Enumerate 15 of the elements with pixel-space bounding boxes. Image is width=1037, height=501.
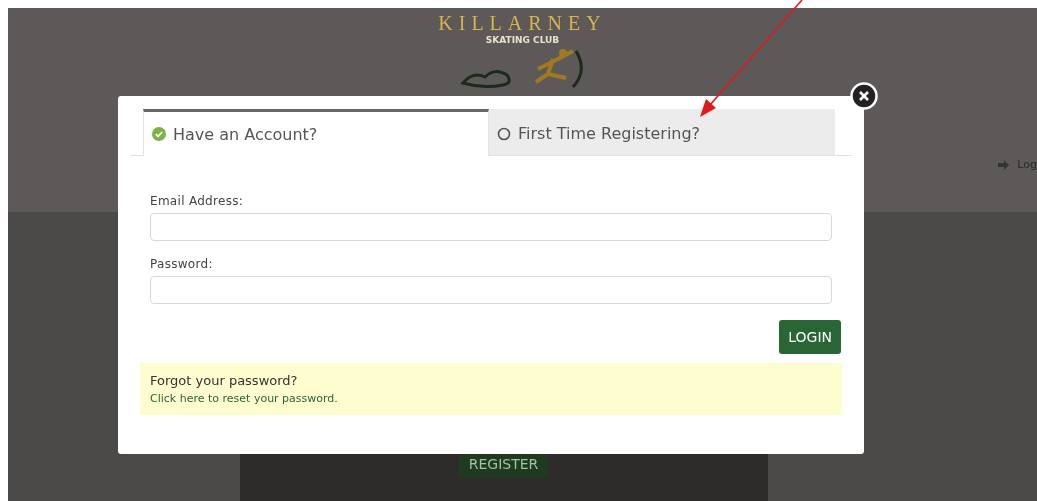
input-field[interactable] (150, 276, 832, 304)
field-label: Email Address: (150, 194, 245, 208)
tab[interactable]: Have an Account? (143, 109, 489, 156)
reset-password-link[interactable]: Click here to reset your password. (150, 392, 832, 405)
input-field[interactable] (150, 213, 832, 241)
logo-subtitle: SKATING CLUB (485, 35, 560, 45)
register-button[interactable]: REGISTER (458, 454, 549, 478)
field-label: Password: (150, 257, 214, 271)
tab[interactable]: First Time Registering? (489, 109, 835, 155)
check-circle-icon (152, 127, 166, 141)
circle-icon (497, 126, 511, 141)
login-button[interactable]: LOGIN (779, 320, 841, 354)
logo-title: KILLARNEY (438, 12, 607, 35)
forgot-title: Forgot your password? (150, 373, 299, 388)
sign-in-icon (997, 158, 1012, 171)
